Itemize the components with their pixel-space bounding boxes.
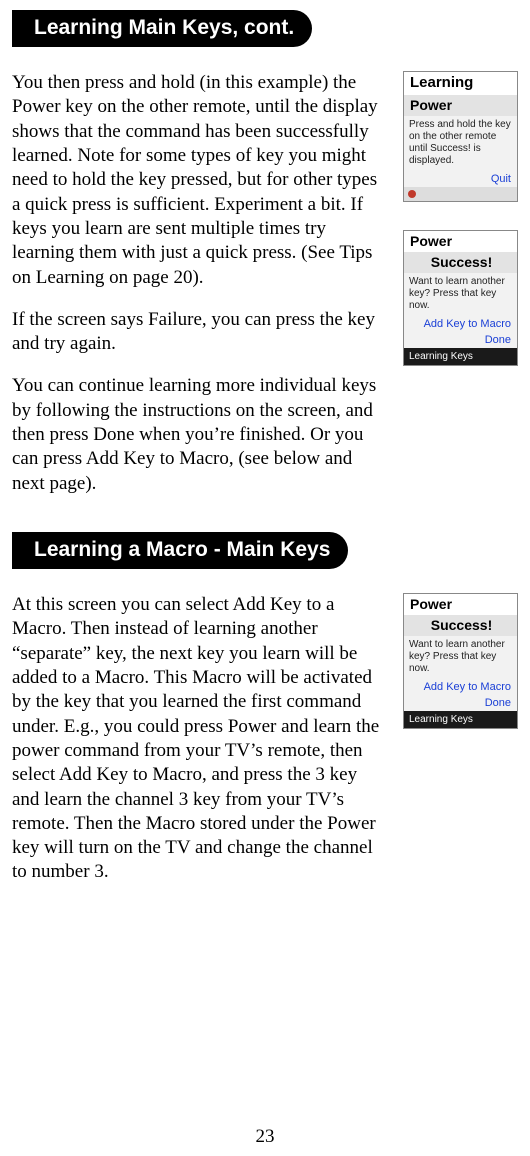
shot2-add-key-link: Add Key to Macro <box>404 316 517 332</box>
section-1-screenshots-col: Learning Power Press and hold the key on… <box>403 71 518 514</box>
section-header-learning-main-keys: Learning Main Keys, cont. <box>12 10 312 47</box>
section-header-learning-macro: Learning a Macro - Main Keys <box>12 532 348 569</box>
shot2-footer: Learning Keys <box>404 348 517 365</box>
shot1-footer-bar <box>404 187 517 201</box>
shot1-subtitle: Power <box>404 95 517 116</box>
shot2-done-link: Done <box>404 332 517 348</box>
shot2-title: Power <box>404 231 517 252</box>
paragraph-3: You can continue learning more individua… <box>12 374 389 496</box>
page-number: 23 <box>0 1126 530 1148</box>
record-icon <box>408 190 416 198</box>
shot2-body: Want to learn another key? Press that ke… <box>404 273 517 316</box>
screenshot-power-success-2: Power Success! Want to learn another key… <box>403 593 518 729</box>
paragraph-2: If the screen says Failure, you can pres… <box>12 308 389 357</box>
shot1-quit-link: Quit <box>404 171 517 187</box>
shot2-subtitle: Success! <box>404 252 517 273</box>
shot1-body: Press and hold the key on the other remo… <box>404 116 517 171</box>
manual-page: Learning Main Keys, cont. You then press… <box>0 0 530 1156</box>
paragraph-4: At this screen you can select Add Key to… <box>12 593 389 885</box>
shot3-footer: Learning Keys <box>404 711 517 728</box>
screenshot-power-success-1: Power Success! Want to learn another key… <box>403 230 518 366</box>
section-2-text-col: At this screen you can select Add Key to… <box>12 593 389 903</box>
section-2-screenshots-col: Power Success! Want to learn another key… <box>403 593 518 903</box>
shot3-subtitle: Success! <box>404 615 517 636</box>
section-2-row: At this screen you can select Add Key to… <box>12 593 518 903</box>
shot1-title: Learning <box>404 72 517 95</box>
shot3-title: Power <box>404 594 517 615</box>
paragraph-1: You then press and hold (in this example… <box>12 71 389 290</box>
section-1-row: You then press and hold (in this example… <box>12 71 518 514</box>
shot3-add-key-link: Add Key to Macro <box>404 679 517 695</box>
screenshot-learning-power: Learning Power Press and hold the key on… <box>403 71 518 202</box>
section-1-text-col: You then press and hold (in this example… <box>12 71 389 514</box>
shot3-done-link: Done <box>404 695 517 711</box>
shot3-body: Want to learn another key? Press that ke… <box>404 636 517 679</box>
